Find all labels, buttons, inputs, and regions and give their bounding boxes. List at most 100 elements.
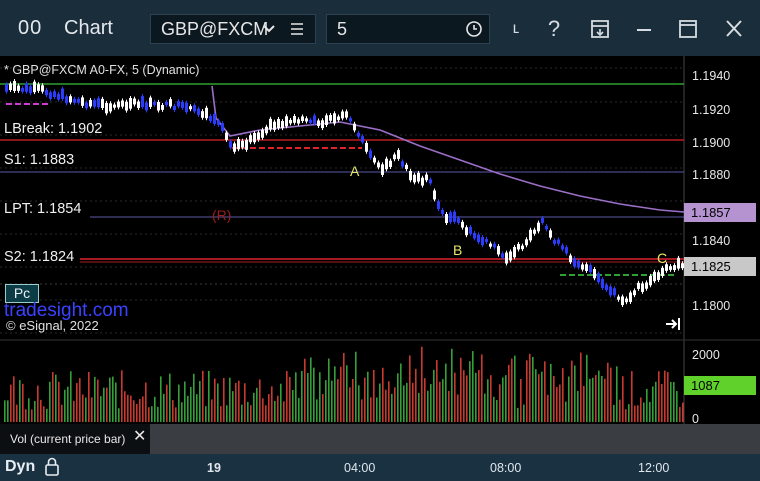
volume-bar (640, 397, 642, 422)
volume-bar (613, 404, 615, 422)
save-template-icon[interactable] (586, 14, 614, 44)
close-panel-icon[interactable]: ✕ (133, 426, 146, 446)
price-bar (561, 245, 564, 250)
price-bar (405, 164, 408, 170)
help-icon[interactable]: ? (540, 14, 568, 44)
price-bar (69, 96, 72, 103)
price-bar (233, 143, 236, 152)
volume-bar (10, 384, 12, 422)
volume-bar (493, 396, 495, 422)
window-title: Chart (64, 17, 113, 39)
volume-bar (373, 369, 375, 422)
volume-bar (391, 393, 393, 422)
volume-bar (490, 375, 492, 422)
volume-bar (361, 399, 363, 422)
price-bar (293, 116, 296, 123)
point-a-label: A (350, 163, 360, 179)
close-icon[interactable] (720, 14, 748, 44)
volume-bar (268, 394, 270, 422)
dynamic-mode-label[interactable]: Dyn (5, 458, 35, 476)
volume-bar (319, 372, 321, 422)
reversal-marker: (R) (212, 207, 232, 223)
volume-bar (559, 384, 561, 422)
price-bar (137, 101, 140, 108)
volume-bar (451, 348, 453, 422)
volume-bar (664, 370, 666, 422)
price-bar (353, 123, 356, 131)
volume-bar (73, 400, 75, 422)
price-bar (181, 102, 184, 108)
volume-bar (148, 407, 150, 422)
price-bar (249, 135, 252, 143)
volume-bar (400, 363, 402, 422)
volume-bar (190, 386, 192, 422)
price-bar (629, 292, 632, 302)
price-bar (613, 288, 616, 296)
volume-bar (580, 352, 582, 422)
price-bar (33, 81, 36, 93)
price-bar (281, 121, 284, 129)
volume-bar (235, 382, 237, 422)
lock-icon[interactable] (43, 456, 61, 481)
volume-bar (37, 385, 39, 422)
price-bar (513, 246, 516, 258)
volume-bar (220, 406, 222, 422)
price-bar (177, 101, 180, 107)
chevron-down-icon[interactable] (261, 15, 277, 43)
chart-window: 00 Chart GBP@FXCM 5 ʟ ? * GBP@FXCM A0-FX… (0, 0, 760, 481)
price-bar (297, 119, 300, 124)
price-bar (157, 101, 160, 111)
volume-bar (265, 405, 267, 422)
s1-label: S1: 1.1883 (4, 152, 75, 168)
price-bar (197, 108, 200, 115)
time-tick: 19 (207, 461, 221, 475)
price-bar (269, 118, 272, 130)
cursor-icon[interactable]: ʟ (502, 14, 530, 44)
volume-bar (364, 377, 366, 422)
price-bar (677, 257, 680, 269)
clock-icon[interactable] (465, 15, 483, 43)
price-bar (125, 101, 128, 111)
price-chart[interactable] (0, 56, 760, 454)
volume-bar (199, 380, 201, 422)
volume-bar (571, 360, 573, 422)
title-bar: 00 Chart GBP@FXCM 5 ʟ ? (0, 0, 760, 56)
volume-bar (619, 399, 621, 422)
minimize-icon[interactable] (630, 14, 658, 44)
price-bar (49, 92, 52, 99)
volume-bar (118, 408, 120, 422)
volume-bar (553, 376, 555, 422)
volume-bar (463, 370, 465, 422)
price-bar (481, 236, 484, 246)
list-icon[interactable] (289, 15, 305, 43)
price-bar (501, 253, 504, 258)
volume-bar (136, 404, 138, 422)
volume-bar (517, 407, 519, 422)
price-bar (121, 100, 124, 107)
price-bar (609, 286, 612, 296)
volume-bar (544, 361, 546, 422)
volume-bar (358, 385, 360, 422)
volume-bar (325, 380, 327, 422)
volume-bar (547, 394, 549, 422)
price-bar (537, 222, 540, 232)
price-tick: 1.1920 (692, 103, 731, 117)
scroll-to-end-icon[interactable] (664, 316, 682, 337)
volume-bar (223, 378, 225, 422)
price-bar (97, 98, 100, 108)
maximize-icon[interactable] (674, 14, 702, 44)
volume-bar (586, 354, 588, 422)
price-bar (361, 136, 364, 143)
volume-bar (436, 359, 438, 422)
volume-bar (130, 395, 132, 422)
volume-bar (418, 392, 420, 422)
volume-bar (154, 396, 156, 422)
price-bar (333, 113, 336, 124)
interval-input[interactable]: 5 (326, 14, 490, 44)
volume-bar (598, 370, 600, 422)
price-bar (661, 267, 664, 276)
volume-bar (43, 406, 45, 422)
volume-bar (643, 402, 645, 422)
volume-bar (679, 406, 681, 422)
symbol-input[interactable]: GBP@FXCM (150, 14, 316, 44)
